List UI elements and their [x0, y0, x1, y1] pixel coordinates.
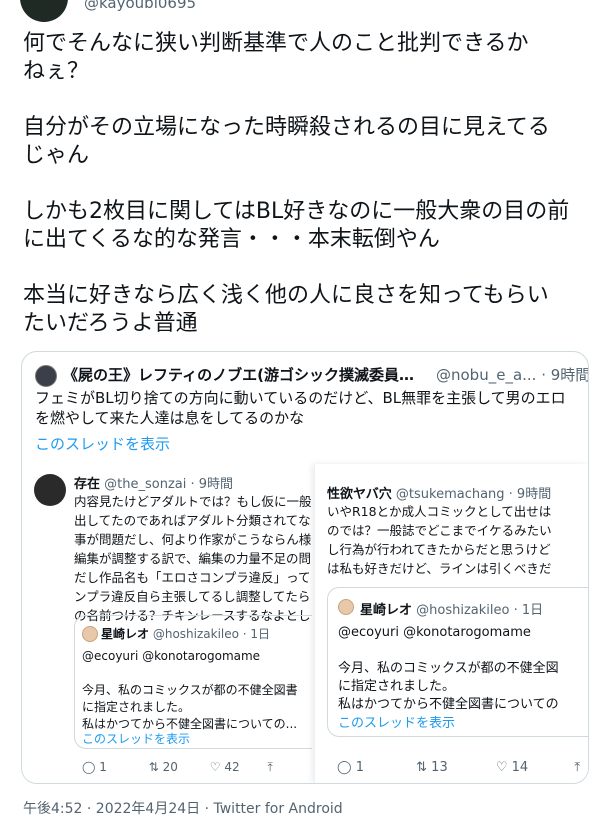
screenshot-line: のでは？一般誌でどこまでイケるみたい — [327, 523, 552, 538]
inner-quote-line: 私はかつてから不健全図書についての — [338, 697, 559, 712]
quoted-tweet-card[interactable]: 《屍の王》レフティのノブエ(游ゴシック撲滅委員会... @nobu_e_a...… — [21, 351, 589, 784]
reply-count: 1 — [99, 760, 107, 774]
screenshot-actions: ◯ 1 ⇅ 20 ♡ 42 ⤒ — [82, 760, 273, 775]
inner-quote-line — [338, 642, 559, 660]
inner-quote-avatar — [338, 599, 354, 615]
quoted-tweet-text: フェミがBL切り捨ての方向に動いているのだけど、BL無罪を主張して男のエロを燃や… — [35, 389, 566, 427]
quoted-author-avatar — [35, 365, 57, 387]
retweet-count: 20 — [162, 760, 178, 774]
tweet-paragraph: 本当に好きなら広く浅く他の人に良さを知ってもらい たいだろうよ普通 — [23, 283, 549, 336]
retweet-icon: ⇅ — [148, 760, 159, 774]
inner-quote-body: @ecoyuri @konotarogomame 今月、私のコミックスが都の不健… — [338, 624, 559, 714]
screenshot-author-handle: @the_sonzai · 9時間 — [104, 477, 234, 492]
quoted-author-name: 《屍の王》レフティのノブエ(游ゴシック撲滅委員会... — [63, 366, 415, 384]
inner-quote-author-name: 星崎レオ — [360, 603, 413, 618]
author-handle[interactable]: @kayoubi0695 — [84, 0, 196, 12]
inner-quote-handle: @hoshizakileo · 1日 — [416, 603, 544, 618]
inner-quote-body: @ecoyuri @konotarogomame 今月、私のコミックスが都の不健… — [82, 648, 298, 733]
screenshot-header: 存在 @the_sonzai · 9時間 — [74, 473, 233, 492]
screenshot-inner-quote: 星崎レオ @hoshizakileo · 1日 @ecoyuri @konota… — [327, 587, 588, 737]
inner-quote-handle: @hoshizakileo · 1日 — [152, 627, 271, 641]
screenshot-body: 内容見たけどアダルトでは？もし仮に一般 出してたのであればアダルト分類されてな … — [74, 492, 312, 625]
inner-quote-line: 私はかつてから不健全図書についての... — [82, 717, 298, 731]
tweet-paragraph: しかも2枚目に関してはBL好きなのに一般大衆の目の前 に出てくるな的な発言・・・… — [23, 199, 570, 252]
tweet-paragraph: 何でそんなに狭い判断基準で人のこと批判できるか ねぇ？ — [23, 31, 529, 84]
quoted-show-thread-link[interactable]: このスレッドを表示 — [35, 433, 170, 454]
inner-quote-line: 今月、私のコミックスが都の不健全図書 — [82, 683, 298, 697]
screenshot-avatar — [34, 474, 66, 506]
screenshot-line: し行為が行われてきたからだと思うけど — [327, 542, 551, 557]
inner-quote-line: @ecoyuri @konotarogomame — [338, 625, 531, 640]
attached-image-1[interactable]: 存在 @the_sonzai · 9時間 内容見たけどアダルトでは？もし仮に一般… — [22, 464, 312, 783]
reply-icon: ◯ — [82, 760, 96, 774]
screenshot-line: だし作品名も「エロさコンプラ違反」って — [74, 570, 311, 585]
reply-icon: ◯ — [337, 760, 352, 775]
screenshot-author-name: 性欲ヤバ穴 — [327, 487, 392, 502]
screenshot-line: 事が問題だし、何より作家がこうならん様 — [74, 532, 312, 547]
screenshot-line: 内容見たけどアダルトでは？もし仮に一般 — [74, 494, 312, 509]
like-icon: ♡ — [209, 760, 221, 774]
screenshot-actions: ◯ 1 ⇅ 13 ♡ 14 ⤒ — [337, 760, 580, 775]
retweet-count: 13 — [431, 760, 448, 775]
inner-quote-line: に指定されました。 — [338, 679, 456, 694]
inner-quote-avatar — [82, 626, 98, 642]
inner-quote-thread-link: このスレッドを表示 — [82, 732, 191, 746]
like-icon: ♡ — [495, 760, 508, 775]
screenshot-line: 編集が調整する訳で、編集の力量不足の問 — [74, 551, 312, 566]
retweet-icon: ⇅ — [416, 760, 428, 775]
inner-quote-line — [82, 665, 298, 682]
inner-quote-line: 今月、私のコミックスが都の不健全図 — [338, 661, 559, 676]
screenshot-line: ンプラ違反自ら主張してるし調整してたら — [74, 589, 311, 604]
screenshot-author-name: 存在 — [74, 477, 101, 492]
inner-quote-author-name: 星崎レオ — [101, 627, 150, 641]
reply-count: 1 — [355, 760, 364, 775]
like-count: 14 — [511, 760, 529, 775]
screenshot-header: 性欲ヤバ穴 @tsukemachang · 9時間 — [327, 483, 551, 502]
screenshot-line: は私も好きだけど、ラインは引くべきだ — [327, 561, 552, 576]
inner-quote-header: 星崎レオ @hoshizakileo · 1日 — [360, 599, 543, 618]
screenshot-line: いやR18とか成人コミックとして出せは — [327, 504, 552, 519]
like-count: 42 — [224, 760, 240, 774]
attached-image-2[interactable]: 性欲ヤバ穴 @tsukemachang · 9時間 いやR18とか成人コミックと… — [314, 464, 588, 783]
screenshot-author-handle: @tsukemachang · 9時間 — [395, 487, 552, 502]
share-icon: ⤒ — [267, 760, 273, 774]
tweet-text: 何でそんなに狭い判断基準で人のこと批判できるか ねぇ？ 自分がその立場になった時… — [23, 30, 588, 366]
quoted-author-handle-time: @nobu_e_a... · 9時間 — [436, 366, 589, 384]
screenshot-line: 出してたのであればアダルト分類されてな — [74, 513, 311, 528]
screenshot-body: いやR18とか成人コミックとして出せは のでは？一般誌でどこまでイケるみたい し… — [327, 502, 552, 578]
screenshot-inner-quote: 星崎レオ @hoshizakileo · 1日 @ecoyuri @konota… — [74, 615, 312, 749]
inner-quote-header: 星崎レオ @hoshizakileo · 1日 — [101, 625, 270, 642]
author-avatar[interactable] — [20, 0, 68, 22]
share-icon: ⤒ — [574, 760, 581, 775]
inner-quote-thread-link: このスレッドを表示 — [338, 716, 456, 731]
tweet-timestamp[interactable]: 午後4:52 · 2022年4月24日 · Twitter for Androi… — [23, 798, 343, 818]
tweet-paragraph: 自分がその立場になった時瞬殺されるの目に見えてる じゃん — [23, 115, 550, 168]
inner-quote-line: @ecoyuri @konotarogomame — [82, 649, 261, 663]
inner-quote-line: に指定されました。 — [82, 700, 191, 714]
